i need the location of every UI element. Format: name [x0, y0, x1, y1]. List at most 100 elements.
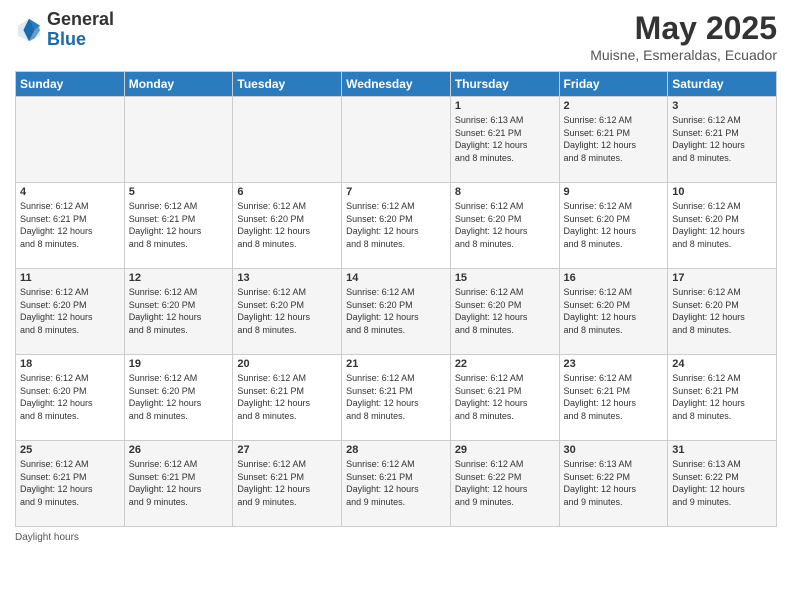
page: General Blue May 2025 Muisne, Esmeraldas… — [0, 0, 792, 612]
day-info: Sunrise: 6:12 AM Sunset: 6:22 PM Dayligh… — [455, 458, 555, 508]
day-info: Sunrise: 6:12 AM Sunset: 6:21 PM Dayligh… — [237, 372, 337, 422]
day-info: Sunrise: 6:12 AM Sunset: 6:21 PM Dayligh… — [564, 114, 664, 164]
calendar-cell: 25Sunrise: 6:12 AM Sunset: 6:21 PM Dayli… — [16, 441, 125, 527]
calendar-cell: 20Sunrise: 6:12 AM Sunset: 6:21 PM Dayli… — [233, 355, 342, 441]
day-number: 3 — [672, 100, 772, 112]
calendar-cell — [124, 97, 233, 183]
day-info: Sunrise: 6:12 AM Sunset: 6:20 PM Dayligh… — [455, 286, 555, 336]
logo-general: General — [47, 9, 114, 29]
calendar-week-row: 4 Sunrise: 6:12 AM Sunset: 6:21 PM Daylig… — [16, 183, 777, 269]
calendar-week-row: 1Sunrise: 6:13 AM Sunset: 6:21 PM Daylig… — [16, 97, 777, 183]
day-number: 22 — [455, 358, 555, 370]
day-number: 27 — [237, 444, 337, 456]
day-number: 11 — [20, 272, 120, 284]
day-number: 24 — [672, 358, 772, 370]
calendar-day-header: Sunday — [16, 72, 125, 97]
calendar-day-header: Thursday — [450, 72, 559, 97]
calendar-day-header: Monday — [124, 72, 233, 97]
day-number: 4 — [20, 186, 120, 198]
day-number: 16 — [564, 272, 664, 284]
day-info: Sunrise: 6:12 AM Sunset: 6:20 PM Dayligh… — [237, 286, 337, 336]
day-info: Sunrise: 6:12 AM Sunset: 6:20 PM Dayligh… — [346, 200, 446, 250]
calendar-day-header: Wednesday — [342, 72, 451, 97]
header: General Blue May 2025 Muisne, Esmeraldas… — [15, 10, 777, 63]
calendar-header-row: SundayMondayTuesdayWednesdayThursdayFrid… — [16, 72, 777, 97]
calendar-cell: 23 Sunrise: 6:12 AM Sunset: 6:21 PM Dayli… — [559, 355, 668, 441]
day-number: 28 — [346, 444, 446, 456]
calendar-cell: 3 Sunrise: 6:12 AM Sunset: 6:21 PM Daylig… — [668, 97, 777, 183]
calendar-cell: 1Sunrise: 6:13 AM Sunset: 6:21 PM Daylig… — [450, 97, 559, 183]
day-number: 23 — [564, 358, 664, 370]
day-info: Sunrise: 6:12 AM Sunset: 6:20 PM Dayligh… — [20, 286, 120, 336]
day-number: 5 — [129, 186, 229, 198]
day-info: Sunrise: 6:12 AM Sunset: 6:21 PM Dayligh… — [564, 372, 664, 422]
day-info: Sunrise: 6:12 AM Sunset: 6:21 PM Dayligh… — [672, 372, 772, 422]
calendar-cell: 31Sunrise: 6:13 AM Sunset: 6:22 PM Dayli… — [668, 441, 777, 527]
day-number: 19 — [129, 358, 229, 370]
calendar-cell: 12 Sunrise: 6:12 AM Sunset: 6:20 PM Dayli… — [124, 269, 233, 355]
day-info: Sunrise: 6:12 AM Sunset: 6:20 PM Dayligh… — [455, 200, 555, 250]
day-number: 30 — [564, 444, 664, 456]
day-info: Sunrise: 6:12 AM Sunset: 6:21 PM Dayligh… — [129, 458, 229, 508]
calendar-day-header: Friday — [559, 72, 668, 97]
calendar-cell: 8 Sunrise: 6:12 AM Sunset: 6:20 PM Daylig… — [450, 183, 559, 269]
calendar-cell: 22 Sunrise: 6:12 AM Sunset: 6:21 PM Dayli… — [450, 355, 559, 441]
day-info: Sunrise: 6:13 AM Sunset: 6:22 PM Dayligh… — [564, 458, 664, 508]
day-info: Sunrise: 6:12 AM Sunset: 6:21 PM Dayligh… — [129, 200, 229, 250]
calendar-cell: 5 Sunrise: 6:12 AM Sunset: 6:21 PM Daylig… — [124, 183, 233, 269]
day-info: Sunrise: 6:12 AM Sunset: 6:20 PM Dayligh… — [564, 286, 664, 336]
day-info: Sunrise: 6:12 AM Sunset: 6:21 PM Dayligh… — [20, 200, 120, 250]
calendar: SundayMondayTuesdayWednesdayThursdayFrid… — [15, 71, 777, 527]
logo-text: General Blue — [47, 10, 114, 50]
day-number: 8 — [455, 186, 555, 198]
logo-blue: Blue — [47, 29, 86, 49]
day-info: Sunrise: 6:12 AM Sunset: 6:20 PM Dayligh… — [20, 372, 120, 422]
day-number: 31 — [672, 444, 772, 456]
day-number: 15 — [455, 272, 555, 284]
day-number: 12 — [129, 272, 229, 284]
calendar-week-row: 18 Sunrise: 6:12 AM Sunset: 6:20 PM Dayli… — [16, 355, 777, 441]
calendar-cell: 17Sunrise: 6:12 AM Sunset: 6:20 PM Dayli… — [668, 269, 777, 355]
day-number: 18 — [20, 358, 120, 370]
day-info: Sunrise: 6:12 AM Sunset: 6:20 PM Dayligh… — [346, 286, 446, 336]
day-number: 29 — [455, 444, 555, 456]
day-info: Sunrise: 6:12 AM Sunset: 6:21 PM Dayligh… — [346, 372, 446, 422]
calendar-cell: 15 Sunrise: 6:12 AM Sunset: 6:20 PM Dayli… — [450, 269, 559, 355]
logo-icon — [15, 16, 43, 44]
title-block: May 2025 Muisne, Esmeraldas, Ecuador — [590, 10, 777, 63]
day-number: 10 — [672, 186, 772, 198]
logo: General Blue — [15, 10, 114, 50]
calendar-cell: 18 Sunrise: 6:12 AM Sunset: 6:20 PM Dayli… — [16, 355, 125, 441]
calendar-cell: 9Sunrise: 6:12 AM Sunset: 6:20 PM Daylig… — [559, 183, 668, 269]
calendar-cell: 28Sunrise: 6:12 AM Sunset: 6:21 PM Dayli… — [342, 441, 451, 527]
calendar-cell: 13Sunrise: 6:12 AM Sunset: 6:20 PM Dayli… — [233, 269, 342, 355]
footer-daylight: Daylight hours — [15, 532, 777, 543]
day-info: Sunrise: 6:12 AM Sunset: 6:21 PM Dayligh… — [237, 458, 337, 508]
calendar-cell: 14 Sunrise: 6:12 AM Sunset: 6:20 PM Dayli… — [342, 269, 451, 355]
calendar-cell: 21Sunrise: 6:12 AM Sunset: 6:21 PM Dayli… — [342, 355, 451, 441]
day-info: Sunrise: 6:12 AM Sunset: 6:20 PM Dayligh… — [129, 372, 229, 422]
calendar-day-header: Saturday — [668, 72, 777, 97]
day-number: 1 — [455, 100, 555, 112]
day-number: 6 — [237, 186, 337, 198]
day-info: Sunrise: 6:12 AM Sunset: 6:21 PM Dayligh… — [672, 114, 772, 164]
subtitle: Muisne, Esmeraldas, Ecuador — [590, 47, 777, 63]
day-number: 14 — [346, 272, 446, 284]
day-info: Sunrise: 6:12 AM Sunset: 6:20 PM Dayligh… — [672, 200, 772, 250]
calendar-cell — [233, 97, 342, 183]
calendar-cell: 27 Sunrise: 6:12 AM Sunset: 6:21 PM Dayli… — [233, 441, 342, 527]
calendar-cell — [342, 97, 451, 183]
calendar-cell: 11 Sunrise: 6:12 AM Sunset: 6:20 PM Dayli… — [16, 269, 125, 355]
day-number: 2 — [564, 100, 664, 112]
day-info: Sunrise: 6:12 AM Sunset: 6:21 PM Dayligh… — [455, 372, 555, 422]
day-info: Sunrise: 6:12 AM Sunset: 6:20 PM Dayligh… — [564, 200, 664, 250]
day-number: 7 — [346, 186, 446, 198]
calendar-cell: 10 Sunrise: 6:12 AM Sunset: 6:20 PM Dayli… — [668, 183, 777, 269]
calendar-cell: 2 Sunrise: 6:12 AM Sunset: 6:21 PM Daylig… — [559, 97, 668, 183]
day-info: Sunrise: 6:12 AM Sunset: 6:21 PM Dayligh… — [20, 458, 120, 508]
day-info: Sunrise: 6:12 AM Sunset: 6:20 PM Dayligh… — [237, 200, 337, 250]
calendar-day-header: Tuesday — [233, 72, 342, 97]
day-number: 26 — [129, 444, 229, 456]
calendar-cell: 7 Sunrise: 6:12 AM Sunset: 6:20 PM Daylig… — [342, 183, 451, 269]
day-info: Sunrise: 6:12 AM Sunset: 6:20 PM Dayligh… — [129, 286, 229, 336]
